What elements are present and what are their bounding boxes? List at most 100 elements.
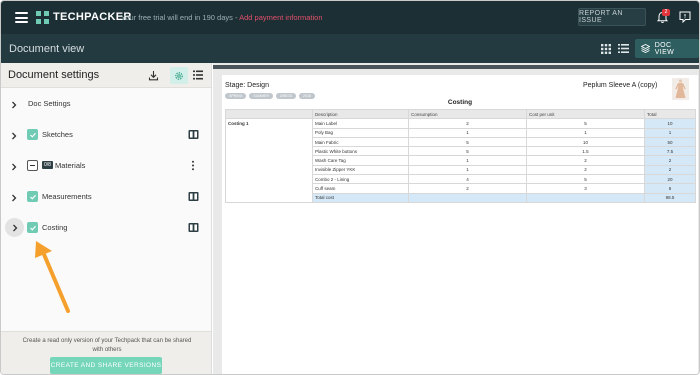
document-settings-panel: Document settings Doc Settings Sketches …: [1, 63, 212, 374]
cost-cell: 3: [526, 183, 645, 194]
product-name: Peplum Sleeve A (copy): [583, 82, 658, 89]
empty-cell: [526, 192, 645, 203]
sketches-checkbox[interactable]: [27, 129, 38, 140]
app-window: TECHPACKER Your free trial will end in 1…: [0, 0, 700, 375]
layers-icon: [640, 44, 650, 53]
notification-badge: 2: [662, 9, 670, 16]
consumption-cell: 4: [408, 174, 527, 185]
add-payment-link[interactable]: Add payment information: [239, 13, 322, 22]
cost-cell: 10: [526, 136, 645, 148]
consumption-cell: 1: [408, 155, 527, 166]
column-header: Description: [312, 108, 409, 120]
description-cell: Invisible Zipper YKK: [312, 164, 409, 176]
page-layout-icon[interactable]: [188, 191, 199, 202]
page-layout-icon[interactable]: [188, 129, 199, 140]
consumption-cell: 2: [408, 183, 527, 194]
create-share-versions-button[interactable]: CREATE AND SHARE VERSIONS: [50, 357, 162, 374]
consumption-cell: 1: [408, 127, 527, 138]
list-view-button[interactable]: [615, 39, 633, 58]
total-label: Total cost: [312, 192, 409, 203]
trial-text: Your free trial will end in 190 days -: [121, 13, 240, 22]
total-cell: 6: [644, 183, 696, 194]
chevron-right-icon[interactable]: [9, 193, 19, 203]
panel-header: Document settings: [1, 63, 211, 88]
total-cell: 2: [644, 155, 696, 166]
view-switcher: DOC VIEW: [597, 39, 699, 58]
costing-expand-button[interactable]: [5, 218, 24, 237]
total-cell: 10: [644, 118, 696, 129]
outline-list-icon[interactable]: [192, 69, 204, 81]
measurements-checkbox[interactable]: [27, 191, 38, 202]
view-toolbar: Document view DOC VIEW: [1, 34, 699, 63]
total-cost-value: 98.5: [644, 192, 696, 203]
share-versions-footer: Create a read only version of your Techp…: [1, 331, 211, 374]
section-costing[interactable]: Costing: [1, 218, 211, 241]
section-label: Measurements: [42, 192, 92, 201]
empty-cell: [408, 192, 527, 203]
total-cell: 2: [644, 164, 696, 176]
doc-view-button[interactable]: DOC VIEW: [634, 39, 699, 58]
table-row: Costing 1 Main Label 2 5 10: [225, 118, 696, 203]
table-header-row: Description Consumption Cost per unit To…: [225, 108, 696, 120]
menu-icon[interactable]: [15, 12, 28, 23]
column-header: Total: [644, 108, 696, 120]
cost-cell: 2: [526, 164, 645, 176]
section-label: Sketches: [42, 130, 73, 139]
gear-icon: [175, 71, 183, 80]
chevron-right-icon: [12, 224, 17, 231]
list-icon: [618, 44, 630, 53]
cost-cell: 1: [526, 127, 645, 138]
section-measurements[interactable]: Measurements: [1, 188, 211, 210]
column-header: Consumption: [408, 108, 527, 120]
materials-checkbox[interactable]: [27, 160, 38, 171]
section-title: Costing: [447, 99, 473, 106]
section-label: Doc Settings: [28, 99, 71, 108]
cost-cell: 2: [526, 155, 645, 166]
product-thumbnail: [672, 78, 689, 100]
check-icon: [29, 194, 36, 200]
cost-cell: 5: [526, 174, 645, 185]
trial-notice: Your free trial will end in 190 days - A…: [121, 13, 323, 22]
cost-cell: 5: [526, 118, 645, 129]
description-cell: Combo 2 - Lining: [312, 174, 409, 185]
column-header: [225, 108, 313, 120]
cost-cell: 1.5: [526, 146, 645, 157]
section-label: Materials: [55, 161, 86, 170]
costing-table: Description Consumption Cost per unit To…: [225, 108, 696, 203]
total-cell: 20: [644, 174, 696, 185]
costing-checkbox[interactable]: [27, 222, 38, 233]
report-issue-button[interactable]: REPORT AN ISSUE: [578, 8, 646, 26]
consumption-cell: 5: [408, 146, 527, 157]
doc-view-label: DOC VIEW: [654, 41, 675, 56]
page-layout-icon[interactable]: [188, 222, 199, 233]
share-description: Create a read only version of your Techp…: [22, 338, 192, 353]
check-icon: [29, 132, 36, 138]
chevron-right-icon[interactable]: [9, 100, 19, 110]
description-cell: Cuff seam: [312, 183, 409, 194]
preview-divider: [213, 65, 699, 69]
panel-title: Document settings: [8, 69, 100, 81]
section-label: Costing: [42, 223, 68, 232]
section-doc-settings[interactable]: Doc Settings: [1, 95, 211, 117]
column-header: Cost per unit: [526, 108, 645, 120]
grid-icon: [600, 43, 611, 54]
description-cell: Plastic White buttons: [312, 146, 409, 157]
section-sketches[interactable]: Sketches: [1, 126, 211, 148]
description-cell: Poly Bag: [312, 127, 409, 138]
description-cell: Wash Care Tag: [312, 155, 409, 166]
more-options-icon[interactable]: [191, 160, 195, 171]
annotation-arrow-icon: [35, 241, 70, 313]
download-icon[interactable]: [148, 70, 159, 81]
section-materials[interactable]: 0/8 Materials: [1, 157, 211, 179]
chevron-right-icon[interactable]: [9, 131, 19, 141]
settings-tab-button[interactable]: [170, 67, 188, 84]
chevron-right-icon[interactable]: [9, 162, 19, 172]
techpacker-logo-icon: [36, 11, 49, 24]
total-cell: 7.5: [644, 146, 696, 157]
consumption-cell: 2: [408, 118, 527, 129]
grid-view-button[interactable]: [597, 39, 615, 58]
total-cell: 1: [644, 127, 696, 138]
feedback-icon[interactable]: [679, 11, 691, 23]
total-cell: 50: [644, 136, 696, 148]
check-icon: [29, 225, 36, 231]
